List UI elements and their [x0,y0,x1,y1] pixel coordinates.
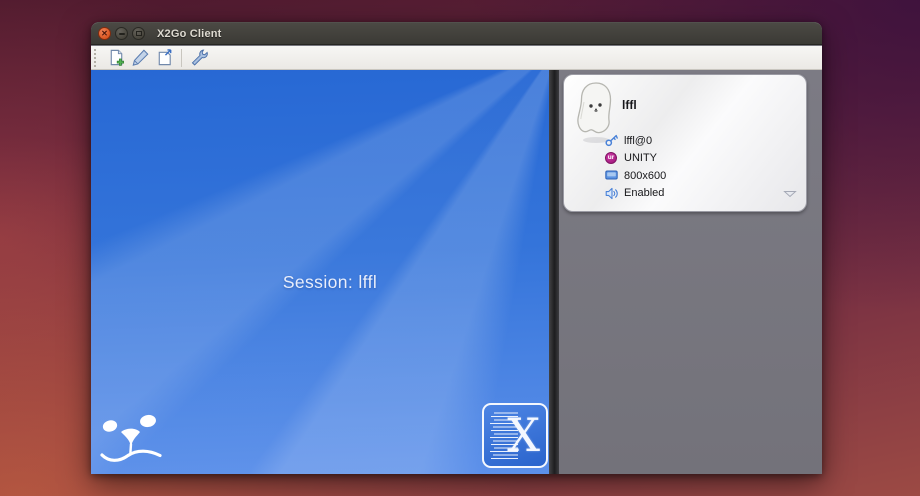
document-new-icon [107,48,126,67]
x2go-logo: X [482,403,548,468]
wrench-icon [190,48,209,67]
ubuntu-desktop: ✕ X2Go Client [0,0,920,496]
document-arrow-icon [155,48,174,67]
session-desktop-row: ur UNITY [604,152,666,165]
session-login-row: lffl@0 [604,134,666,147]
chevron-down-icon[interactable] [783,185,797,203]
x2go-client-window: ✕ X2Go Client [91,22,822,474]
session-details: lffl@0 ur UNITY [604,134,666,200]
x2go-logo-letter: X [507,407,540,463]
x2go-cat-face-graphic [99,411,163,467]
key-icon [604,134,618,147]
close-icon: ✕ [101,30,108,38]
toolbar-separator [181,49,182,67]
pane-splitter[interactable] [549,70,559,474]
unity-badge-icon: ur [604,152,618,165]
minimize-icon [119,33,125,35]
minimize-button[interactable] [115,27,128,40]
sessions-panel: lffl lffl@0 [559,70,822,474]
session-sound-row: Enabled [604,187,666,200]
session-wallpaper-pane: Session: lffl [91,70,549,474]
display-icon [604,169,618,182]
open-session-button[interactable] [152,47,176,69]
session-card[interactable]: lffl lffl@0 [563,74,807,212]
session-resolution: 800x600 [624,170,666,182]
maximize-icon [136,31,142,36]
maximize-button[interactable] [132,27,145,40]
speaker-icon [604,187,618,200]
titlebar[interactable]: ✕ X2Go Client [91,22,822,45]
new-session-button[interactable] [104,47,128,69]
session-label: Session: lffl [91,272,549,293]
session-login: lffl@0 [624,135,652,147]
content-area: Session: lffl [91,70,822,474]
settings-button[interactable] [187,47,211,69]
session-sound: Enabled [624,187,664,199]
edit-session-button[interactable] [128,47,152,69]
toolbar [91,46,822,70]
session-name: lffl [622,98,637,112]
session-resolution-row: 800x600 [604,169,666,182]
close-button[interactable]: ✕ [98,27,111,40]
window-title: X2Go Client [157,28,222,40]
toolbar-grip[interactable] [94,49,99,67]
pencil-icon [131,48,150,67]
session-desktop: UNITY [624,152,657,164]
